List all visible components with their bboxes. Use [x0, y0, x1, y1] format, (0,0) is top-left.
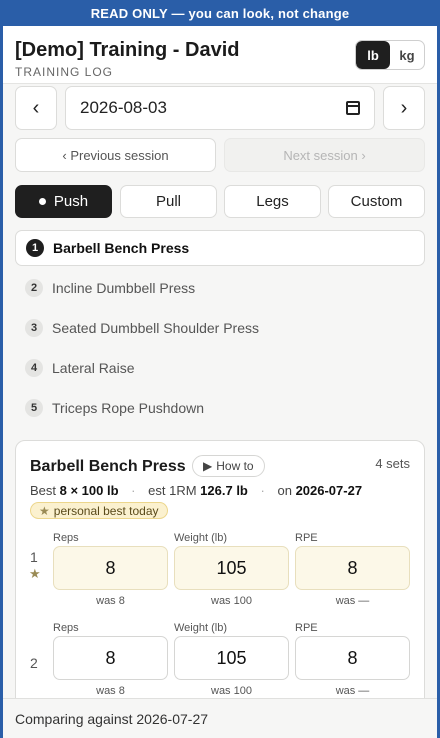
exercise-number-badge: 3 [25, 319, 43, 337]
how-to-label: How to [216, 459, 254, 473]
on-label: on [277, 483, 292, 498]
exercise-stats: Best 8 × 100 lb · est 1RM 126.7 lb · on … [30, 483, 362, 498]
exercise-name: Barbell Bench Press [53, 240, 190, 256]
exercise-item-2[interactable]: 2 Incline Dumbbell Press [15, 270, 425, 306]
rpe-label: RPE [295, 622, 318, 634]
reps-label: Reps [53, 532, 79, 544]
tab-custom[interactable]: Custom [328, 185, 425, 218]
set-number: 1 [30, 549, 38, 565]
next-session-button[interactable]: Next session › [224, 138, 425, 172]
stats-separator: · [131, 483, 136, 498]
page-title: [Demo] Training - David [15, 39, 240, 61]
previous-rpe: was — [335, 685, 370, 697]
on-date-value: 2026-07-27 [295, 483, 363, 498]
read-only-banner: READ ONLY — you can look, not change [0, 0, 440, 26]
app-header: [Demo] Training - David TRAINING LOG lb … [3, 26, 437, 84]
previous-reps: was 8 [96, 685, 125, 697]
exercise-name: Seated Dumbbell Shoulder Press [52, 320, 260, 336]
next-day-button[interactable]: › [383, 86, 425, 130]
weight-label: Weight (lb) [174, 532, 227, 544]
page-subtitle: TRAINING LOG [15, 65, 114, 79]
reps-input[interactable]: 8 [53, 546, 168, 590]
stats-separator: · [260, 483, 265, 498]
star-icon: ★ [39, 503, 50, 518]
how-to-button[interactable]: ▶ How to [192, 455, 265, 477]
chevron-right-icon: › [400, 96, 408, 119]
personal-best-label: personal best today [53, 503, 159, 518]
exercise-name: Incline Dumbbell Press [52, 280, 196, 296]
exercise-item-4[interactable]: 4 Lateral Raise [15, 350, 425, 386]
tab-legs[interactable]: Legs [224, 185, 321, 218]
previous-weight: was 100 [211, 595, 252, 607]
est-1rm-label: est 1RM [148, 483, 197, 498]
previous-session-button[interactable]: ‹ Previous session [15, 138, 216, 172]
reps-label: Reps [53, 622, 79, 634]
unit-kg-button[interactable]: kg [390, 41, 424, 69]
previous-rpe: was — [335, 595, 370, 607]
exercise-item-5[interactable]: 5 Triceps Rope Pushdown [15, 390, 425, 426]
unit-lb-button[interactable]: lb [356, 41, 390, 69]
previous-reps: was 8 [96, 595, 125, 607]
play-icon: ▶ [203, 459, 213, 473]
tab-legs-label: Legs [256, 193, 289, 210]
pb-star-icon: ★ [29, 566, 41, 581]
exercise-number-badge: 1 [26, 239, 44, 257]
rpe-input[interactable]: 8 [295, 546, 410, 590]
card-title: Barbell Bench Press [30, 458, 186, 475]
reps-input[interactable]: 8 [53, 636, 168, 680]
exercise-number-badge: 2 [25, 279, 43, 297]
active-dot-icon [38, 198, 46, 205]
rpe-input[interactable]: 8 [295, 636, 410, 680]
personal-best-badge: ★ personal best today [30, 502, 168, 519]
tab-push[interactable]: Push [15, 185, 112, 218]
exercise-number-badge: 4 [25, 359, 43, 377]
weight-input[interactable]: 105 [174, 546, 289, 590]
best-label: Best [30, 483, 57, 498]
previous-weight: was 100 [211, 685, 252, 697]
exercise-name: Triceps Rope Pushdown [52, 400, 205, 416]
weight-input[interactable]: 105 [174, 636, 289, 680]
tab-push-label: Push [53, 193, 89, 210]
tab-custom-label: Custom [350, 193, 403, 210]
exercise-item-1[interactable]: 1 Barbell Bench Press [15, 230, 425, 266]
date-value: 2026-08-03 [80, 98, 167, 117]
comparison-text: Comparing against 2026-07-27 [15, 710, 209, 727]
exercise-name: Lateral Raise [52, 360, 135, 376]
comparison-footer: Comparing against 2026-07-27 [3, 698, 437, 738]
best-value: 8 × 100 lb [59, 483, 119, 498]
weight-label: Weight (lb) [174, 622, 227, 634]
calendar-icon[interactable] [346, 101, 360, 115]
prev-day-button[interactable]: ‹ [15, 86, 57, 130]
set-number: 2 [30, 655, 38, 671]
app-frame: [Demo] Training - David TRAINING LOG lb … [3, 26, 437, 738]
rpe-label: RPE [295, 532, 318, 544]
exercise-card: Barbell Bench Press ▶ How to 4 sets Best… [15, 440, 425, 738]
unit-toggle: lb kg [355, 40, 425, 70]
tab-pull-label: Pull [155, 193, 181, 210]
date-input[interactable]: 2026-08-03 [65, 86, 375, 130]
exercise-item-3[interactable]: 3 Seated Dumbbell Shoulder Press [15, 310, 425, 346]
est-1rm-value: 126.7 lb [200, 483, 248, 498]
chevron-left-icon: ‹ [32, 96, 40, 119]
tab-pull[interactable]: Pull [120, 185, 217, 218]
exercise-number-badge: 5 [25, 399, 43, 417]
sets-count: 4 sets [375, 456, 410, 471]
